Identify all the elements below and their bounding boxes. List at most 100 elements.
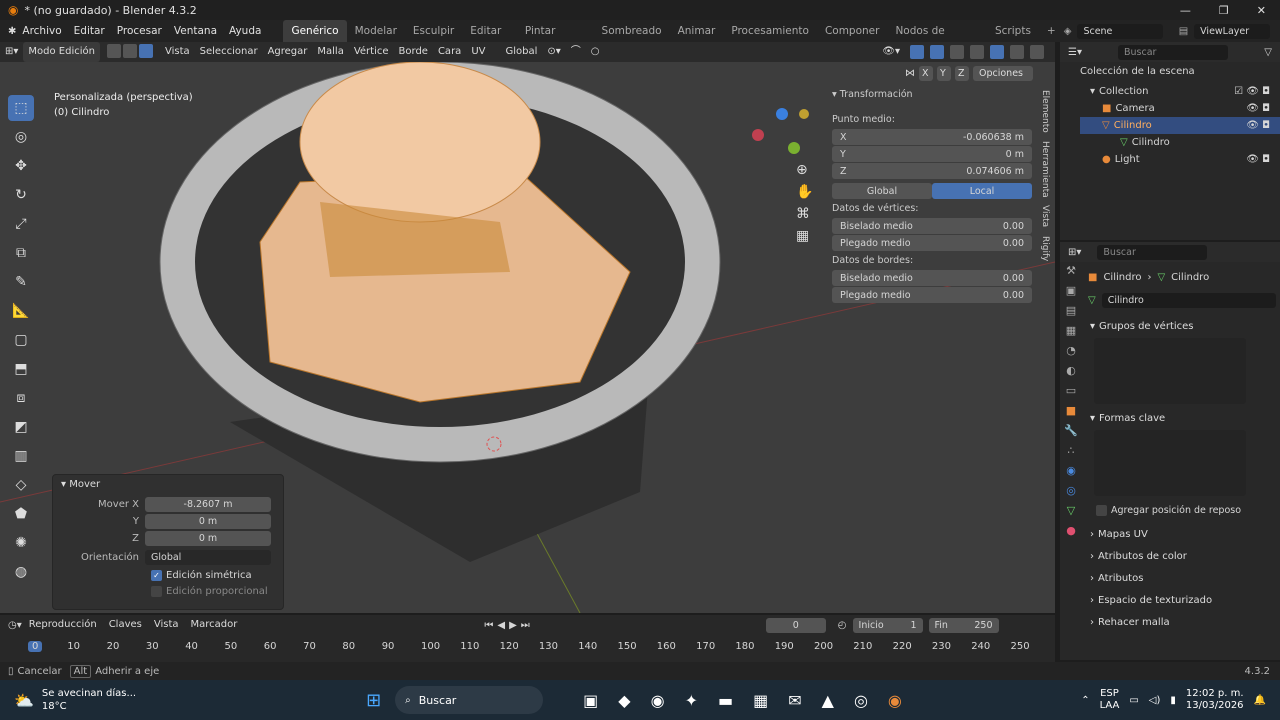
constraints-props-icon[interactable]: ◎	[1066, 484, 1076, 497]
mesh-name-field[interactable]: Cilindro	[1101, 292, 1276, 308]
mirror-icon[interactable]: ⋈	[905, 68, 915, 79]
mirror-x[interactable]: X	[919, 66, 933, 81]
menu-uv[interactable]: UV	[466, 42, 490, 62]
teams-icon[interactable]: ◆	[618, 691, 630, 710]
vertex-bevel-field[interactable]: Biselado medio 0.00	[832, 218, 1032, 234]
tab-scripts[interactable]: Scripts	[987, 20, 1039, 42]
mode-dropdown[interactable]: Modo Edición	[23, 42, 100, 62]
mesh-data-row[interactable]: ▽ Cilindro	[1080, 134, 1280, 151]
tab-rigify[interactable]: Rigify	[1040, 232, 1050, 265]
material-shading-icon[interactable]	[1010, 45, 1024, 59]
view-layer-props-icon[interactable]: ▦	[1066, 324, 1076, 337]
options-dropdown[interactable]: Opciones	[973, 66, 1033, 81]
global-toggle[interactable]: Global	[832, 183, 932, 199]
tab-animar[interactable]: Animar	[670, 20, 724, 42]
start-icon[interactable]: ⊞	[366, 690, 381, 711]
bevel-icon[interactable]: ◩	[8, 414, 34, 440]
annotate-icon[interactable]: ✎	[8, 269, 34, 295]
taskview-icon[interactable]: ▣	[583, 691, 598, 710]
clock-icon[interactable]: ◴	[838, 620, 847, 631]
tray-chevron-icon[interactable]: ⌃	[1081, 695, 1089, 706]
uv-maps-section[interactable]: › Mapas UV	[1088, 524, 1276, 544]
menu-vista[interactable]: Vista	[160, 42, 195, 62]
taskbar-search[interactable]: Buscar	[419, 694, 457, 707]
menu-seleccionar[interactable]: Seleccionar	[195, 42, 263, 62]
menu-malla[interactable]: Malla	[312, 42, 348, 62]
face-select-icon[interactable]	[138, 43, 153, 58]
tab-componer[interactable]: Componer	[817, 20, 888, 42]
loop-cut-icon[interactable]: ▥	[8, 443, 34, 469]
mover-z-field[interactable]: 0 m	[145, 531, 271, 546]
menu-vertice[interactable]: Vértice	[349, 42, 394, 62]
menu-agregar[interactable]: Agregar	[263, 42, 313, 62]
menu-borde[interactable]: Borde	[394, 42, 433, 62]
poly-build-icon[interactable]: ⬟	[8, 501, 34, 527]
attributes-section[interactable]: › Atributos	[1088, 568, 1276, 588]
tab-vista[interactable]: Vista	[1040, 201, 1050, 231]
blender-taskbar-icon[interactable]: ◉	[888, 691, 902, 710]
inset-icon[interactable]: ⧈	[8, 385, 34, 411]
weather-icon[interactable]: ⛅	[14, 691, 34, 710]
clock-date[interactable]: 13/03/2026	[1186, 700, 1244, 712]
visibility-icon[interactable]: 👁▾	[877, 42, 905, 62]
clock-time[interactable]: 12:02 p. m.	[1186, 688, 1244, 700]
overlay-icon[interactable]	[930, 45, 944, 59]
menu-marcador[interactable]: Marcador	[186, 615, 243, 635]
store-icon[interactable]: ▦	[753, 691, 768, 710]
timeline-ruler[interactable]: 0 10 20 30 40 50 60 70 80 90 100 110 120 130 140 150 160…	[0, 639, 1055, 659]
particles-props-icon[interactable]: ∴	[1068, 444, 1075, 457]
filter-icon[interactable]: ▽	[1264, 47, 1272, 58]
mover-y-field[interactable]: 0 m	[145, 514, 271, 529]
add-workspace-icon[interactable]: +	[1039, 20, 1064, 42]
timeline-type-icon[interactable]: ◷▾	[8, 620, 22, 631]
color-attributes-section[interactable]: › Atributos de color	[1088, 546, 1276, 566]
menu-vista-timeline[interactable]: Vista	[149, 615, 184, 635]
transform-section[interactable]: ▾ Transformación	[832, 86, 1032, 103]
transform-icon[interactable]: ⧉	[8, 240, 34, 266]
menu-ventana[interactable]: Ventana	[168, 20, 223, 42]
maximize-icon[interactable]: ❐	[1219, 4, 1229, 17]
copilot-icon[interactable]: ✦	[685, 691, 698, 710]
scene-field[interactable]: Scene	[1077, 23, 1163, 39]
material-props-icon[interactable]: ●	[1066, 524, 1076, 537]
scale-icon[interactable]: ⤢	[8, 211, 34, 237]
knife-icon[interactable]: ◇	[8, 472, 34, 498]
tool-props-icon[interactable]: ⚒	[1066, 264, 1076, 277]
orientation-dropdown[interactable]: Global	[500, 42, 542, 62]
median-y-field[interactable]: Y0 m	[832, 146, 1032, 162]
median-z-field[interactable]: Z 0.074606 m	[832, 163, 1032, 179]
app-icon[interactable]: ◎	[854, 691, 868, 710]
notification-icon[interactable]: 🔔	[1254, 695, 1266, 706]
render-props-icon[interactable]: ▣	[1066, 284, 1076, 297]
current-frame-field[interactable]: 0	[765, 617, 826, 633]
blender-menu-icon[interactable]: ✱	[8, 26, 16, 37]
volume-icon[interactable]: ◁)	[1149, 695, 1161, 706]
snap-icon[interactable]: ⌒	[566, 42, 586, 62]
orientation-field[interactable]: Global	[145, 550, 271, 565]
texture-space-section[interactable]: › Espacio de texturizado	[1088, 590, 1276, 610]
scene-props-icon[interactable]: ◔	[1066, 344, 1076, 357]
scene-collection-row[interactable]: Colección de la escena	[1080, 66, 1280, 83]
extrude-icon[interactable]: ⬒	[8, 356, 34, 382]
properties-search[interactable]: Buscar	[1097, 244, 1208, 260]
gizmo-icon[interactable]	[910, 45, 924, 59]
weather-text[interactable]: Se avecinan días...	[42, 687, 136, 700]
menu-archivo[interactable]: Archivo	[16, 20, 67, 42]
remesh-section[interactable]: › Rehacer malla	[1088, 612, 1276, 632]
camera-row[interactable]: ■ Camera 👁 ◘	[1080, 100, 1280, 117]
proportional-checkbox[interactable]	[151, 586, 162, 597]
network-icon[interactable]: ▭	[1129, 695, 1138, 706]
world-props-icon[interactable]: ◐	[1066, 364, 1076, 377]
tab-elemento[interactable]: Elemento	[1040, 86, 1050, 137]
mover-x-field[interactable]: -8.2607 m	[145, 497, 271, 512]
close-icon[interactable]: ✕	[1257, 4, 1266, 17]
collection-props-icon[interactable]: ▭	[1066, 384, 1076, 397]
output-props-icon[interactable]: ▤	[1066, 304, 1076, 317]
edge-crease-field[interactable]: Plegado medio 0.00	[832, 287, 1032, 303]
tab-sombreado[interactable]: Sombreado	[594, 20, 670, 42]
rotate-icon[interactable]: ↻	[8, 182, 34, 208]
tab-procesamiento[interactable]: Procesamiento	[723, 20, 817, 42]
tab-modelar[interactable]: Modelar	[347, 20, 405, 42]
start-frame-field[interactable]: Inicio 1	[852, 617, 923, 633]
outliner-search[interactable]: Buscar	[1117, 44, 1228, 60]
